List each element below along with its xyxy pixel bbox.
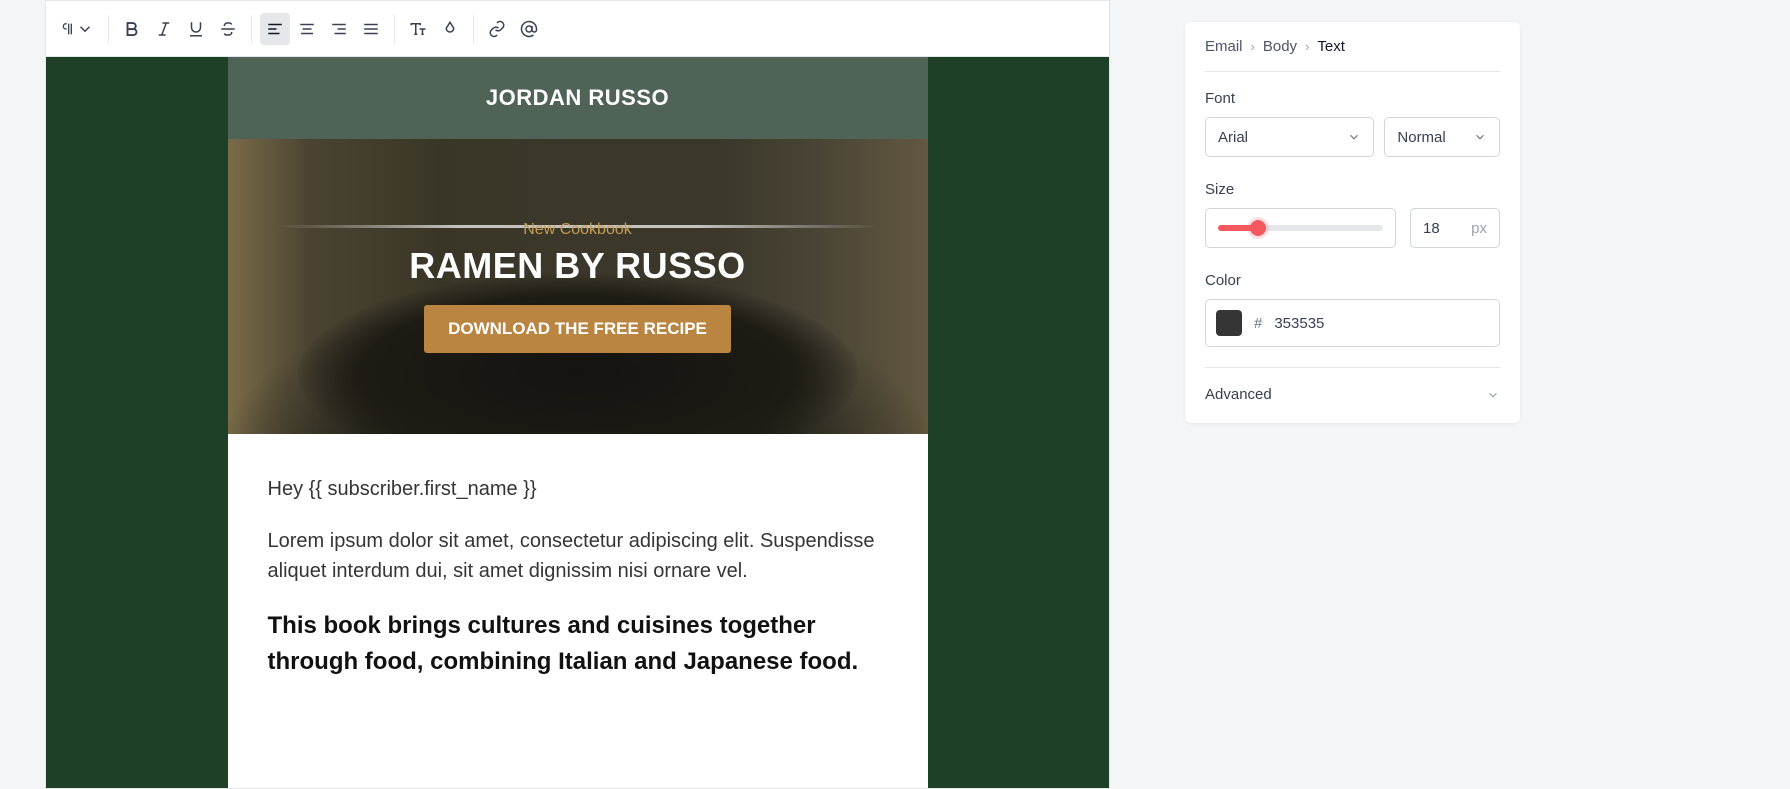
brand-header[interactable]: JORDAN RUSSO bbox=[228, 57, 928, 139]
toolbar-separator bbox=[394, 15, 395, 43]
email-canvas[interactable]: JORDAN RUSSO New Cookbook RAMEN BY RUSSO… bbox=[46, 57, 1109, 788]
properties-panel: Email › Body › Text Font Arial Normal bbox=[1185, 22, 1520, 423]
font-weight-value: Normal bbox=[1397, 129, 1445, 146]
link-button[interactable] bbox=[482, 13, 512, 45]
align-justify-button[interactable] bbox=[356, 13, 386, 45]
toolbar-separator bbox=[251, 15, 252, 43]
underline-button[interactable] bbox=[181, 13, 211, 45]
download-recipe-button[interactable]: DOWNLOAD THE FREE RECIPE bbox=[424, 305, 731, 353]
chevron-down-icon bbox=[1473, 130, 1487, 144]
font-size-input[interactable]: 18 px bbox=[1410, 208, 1500, 248]
font-label: Font bbox=[1205, 90, 1500, 107]
bold-button[interactable] bbox=[117, 13, 147, 45]
hero-title: RAMEN BY RUSSO bbox=[409, 245, 745, 287]
chevron-right-icon: › bbox=[1305, 39, 1309, 54]
size-value: 18 bbox=[1423, 220, 1440, 237]
greeting-text: Hey {{ subscriber.first_name }} bbox=[268, 474, 888, 504]
color-hex-field[interactable] bbox=[1274, 315, 1489, 332]
font-size-slider[interactable] bbox=[1205, 208, 1396, 248]
brand-title: JORDAN RUSSO bbox=[228, 85, 928, 111]
strikethrough-button[interactable] bbox=[213, 13, 243, 45]
advanced-toggle[interactable]: Advanced bbox=[1185, 368, 1520, 423]
paragraph-2-bold: This book brings cultures and cuisines t… bbox=[268, 608, 888, 680]
text-size-button[interactable] bbox=[403, 13, 433, 45]
breadcrumb-email[interactable]: Email bbox=[1205, 38, 1243, 55]
hero-eyebrow: New Cookbook bbox=[523, 221, 632, 239]
align-center-button[interactable] bbox=[292, 13, 322, 45]
mention-button[interactable] bbox=[514, 13, 544, 45]
align-right-button[interactable] bbox=[324, 13, 354, 45]
text-color-button[interactable] bbox=[435, 13, 465, 45]
align-left-button[interactable] bbox=[260, 13, 290, 45]
toolbar-separator bbox=[108, 15, 109, 43]
color-label: Color bbox=[1205, 272, 1500, 289]
color-swatch[interactable] bbox=[1216, 310, 1242, 336]
editor-toolbar bbox=[46, 1, 1109, 57]
size-unit: px bbox=[1471, 220, 1487, 237]
italic-button[interactable] bbox=[149, 13, 179, 45]
breadcrumb: Email › Body › Text bbox=[1185, 22, 1520, 71]
breadcrumb-body[interactable]: Body bbox=[1263, 38, 1297, 55]
advanced-label: Advanced bbox=[1205, 386, 1272, 403]
toolbar-separator bbox=[473, 15, 474, 43]
breadcrumb-current: Text bbox=[1317, 38, 1345, 55]
slider-thumb[interactable] bbox=[1250, 220, 1266, 236]
font-family-select[interactable]: Arial bbox=[1205, 117, 1374, 157]
size-label: Size bbox=[1205, 181, 1500, 198]
paragraph-format-dropdown[interactable] bbox=[54, 13, 100, 45]
font-family-value: Arial bbox=[1218, 129, 1248, 146]
paragraph-1: Lorem ipsum dolor sit amet, consectetur … bbox=[268, 526, 888, 586]
chevron-down-icon bbox=[1486, 388, 1500, 402]
chevron-down-icon bbox=[1347, 130, 1361, 144]
font-weight-select[interactable]: Normal bbox=[1384, 117, 1500, 157]
chevron-right-icon: › bbox=[1251, 39, 1255, 54]
hero-section[interactable]: New Cookbook RAMEN BY RUSSO DOWNLOAD THE… bbox=[228, 139, 928, 434]
email-body[interactable]: Hey {{ subscriber.first_name }} Lorem ip… bbox=[228, 434, 928, 788]
color-input[interactable]: # bbox=[1205, 299, 1500, 347]
hash-symbol: # bbox=[1254, 315, 1262, 332]
